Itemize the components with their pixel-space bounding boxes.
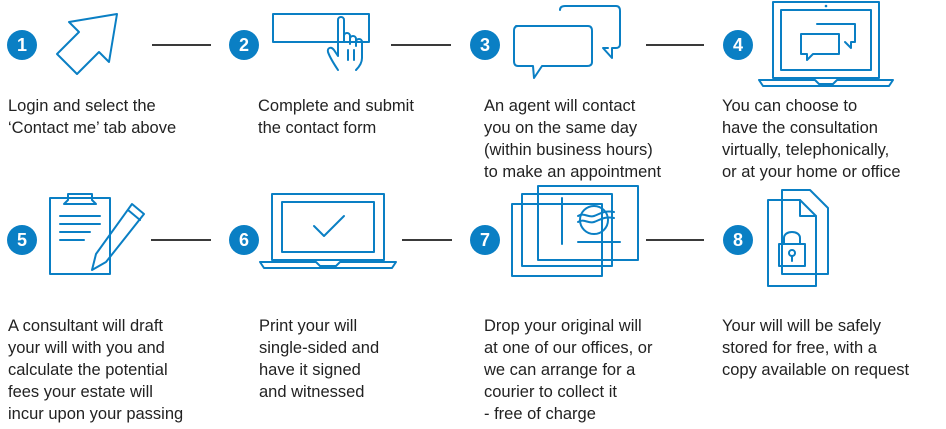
step-5-description: A consultant will draft your will with y… <box>8 317 184 423</box>
step-2-badge: 2 <box>229 30 259 60</box>
step-2-description: Complete and submit the contact form <box>258 97 414 137</box>
arrow-cursor-icon <box>55 12 119 76</box>
step-6-badge: 6 <box>229 225 259 255</box>
connector-6-7 <box>402 239 452 241</box>
step-3-description: An agent will contact you on the same da… <box>484 97 662 181</box>
step-6-description: Print your will single-sided and have it… <box>259 317 380 401</box>
step-3-badge: 3 <box>470 30 500 60</box>
step-4-badge: 4 <box>723 30 753 60</box>
laptop-check-icon <box>258 192 398 272</box>
step-7-badge: 7 <box>470 225 500 255</box>
step-4-description: You can choose to have the consultation … <box>722 97 901 181</box>
connector-3-4 <box>646 44 704 46</box>
chat-bubbles-icon <box>512 4 622 84</box>
envelope-cards-icon <box>508 184 648 284</box>
connector-7-8 <box>646 239 704 241</box>
step-7-description: Drop your original will at one of our of… <box>484 317 653 423</box>
connector-5-6 <box>151 239 211 241</box>
locked-document-icon <box>766 188 830 288</box>
step-1-badge: 1 <box>7 30 37 60</box>
step-8-badge: 8 <box>723 225 753 255</box>
step-1-description: Login and select the ‘Contact me’ tab ab… <box>8 97 177 137</box>
connector-2-3 <box>391 44 451 46</box>
step-8-description: Your will will be safely stored for free… <box>722 317 910 379</box>
step-5-badge: 5 <box>7 225 37 255</box>
connector-1-2 <box>152 44 211 46</box>
clipboard-pen-icon <box>48 190 156 276</box>
laptop-chat-icon <box>757 0 897 90</box>
hand-click-button-icon <box>272 12 372 76</box>
